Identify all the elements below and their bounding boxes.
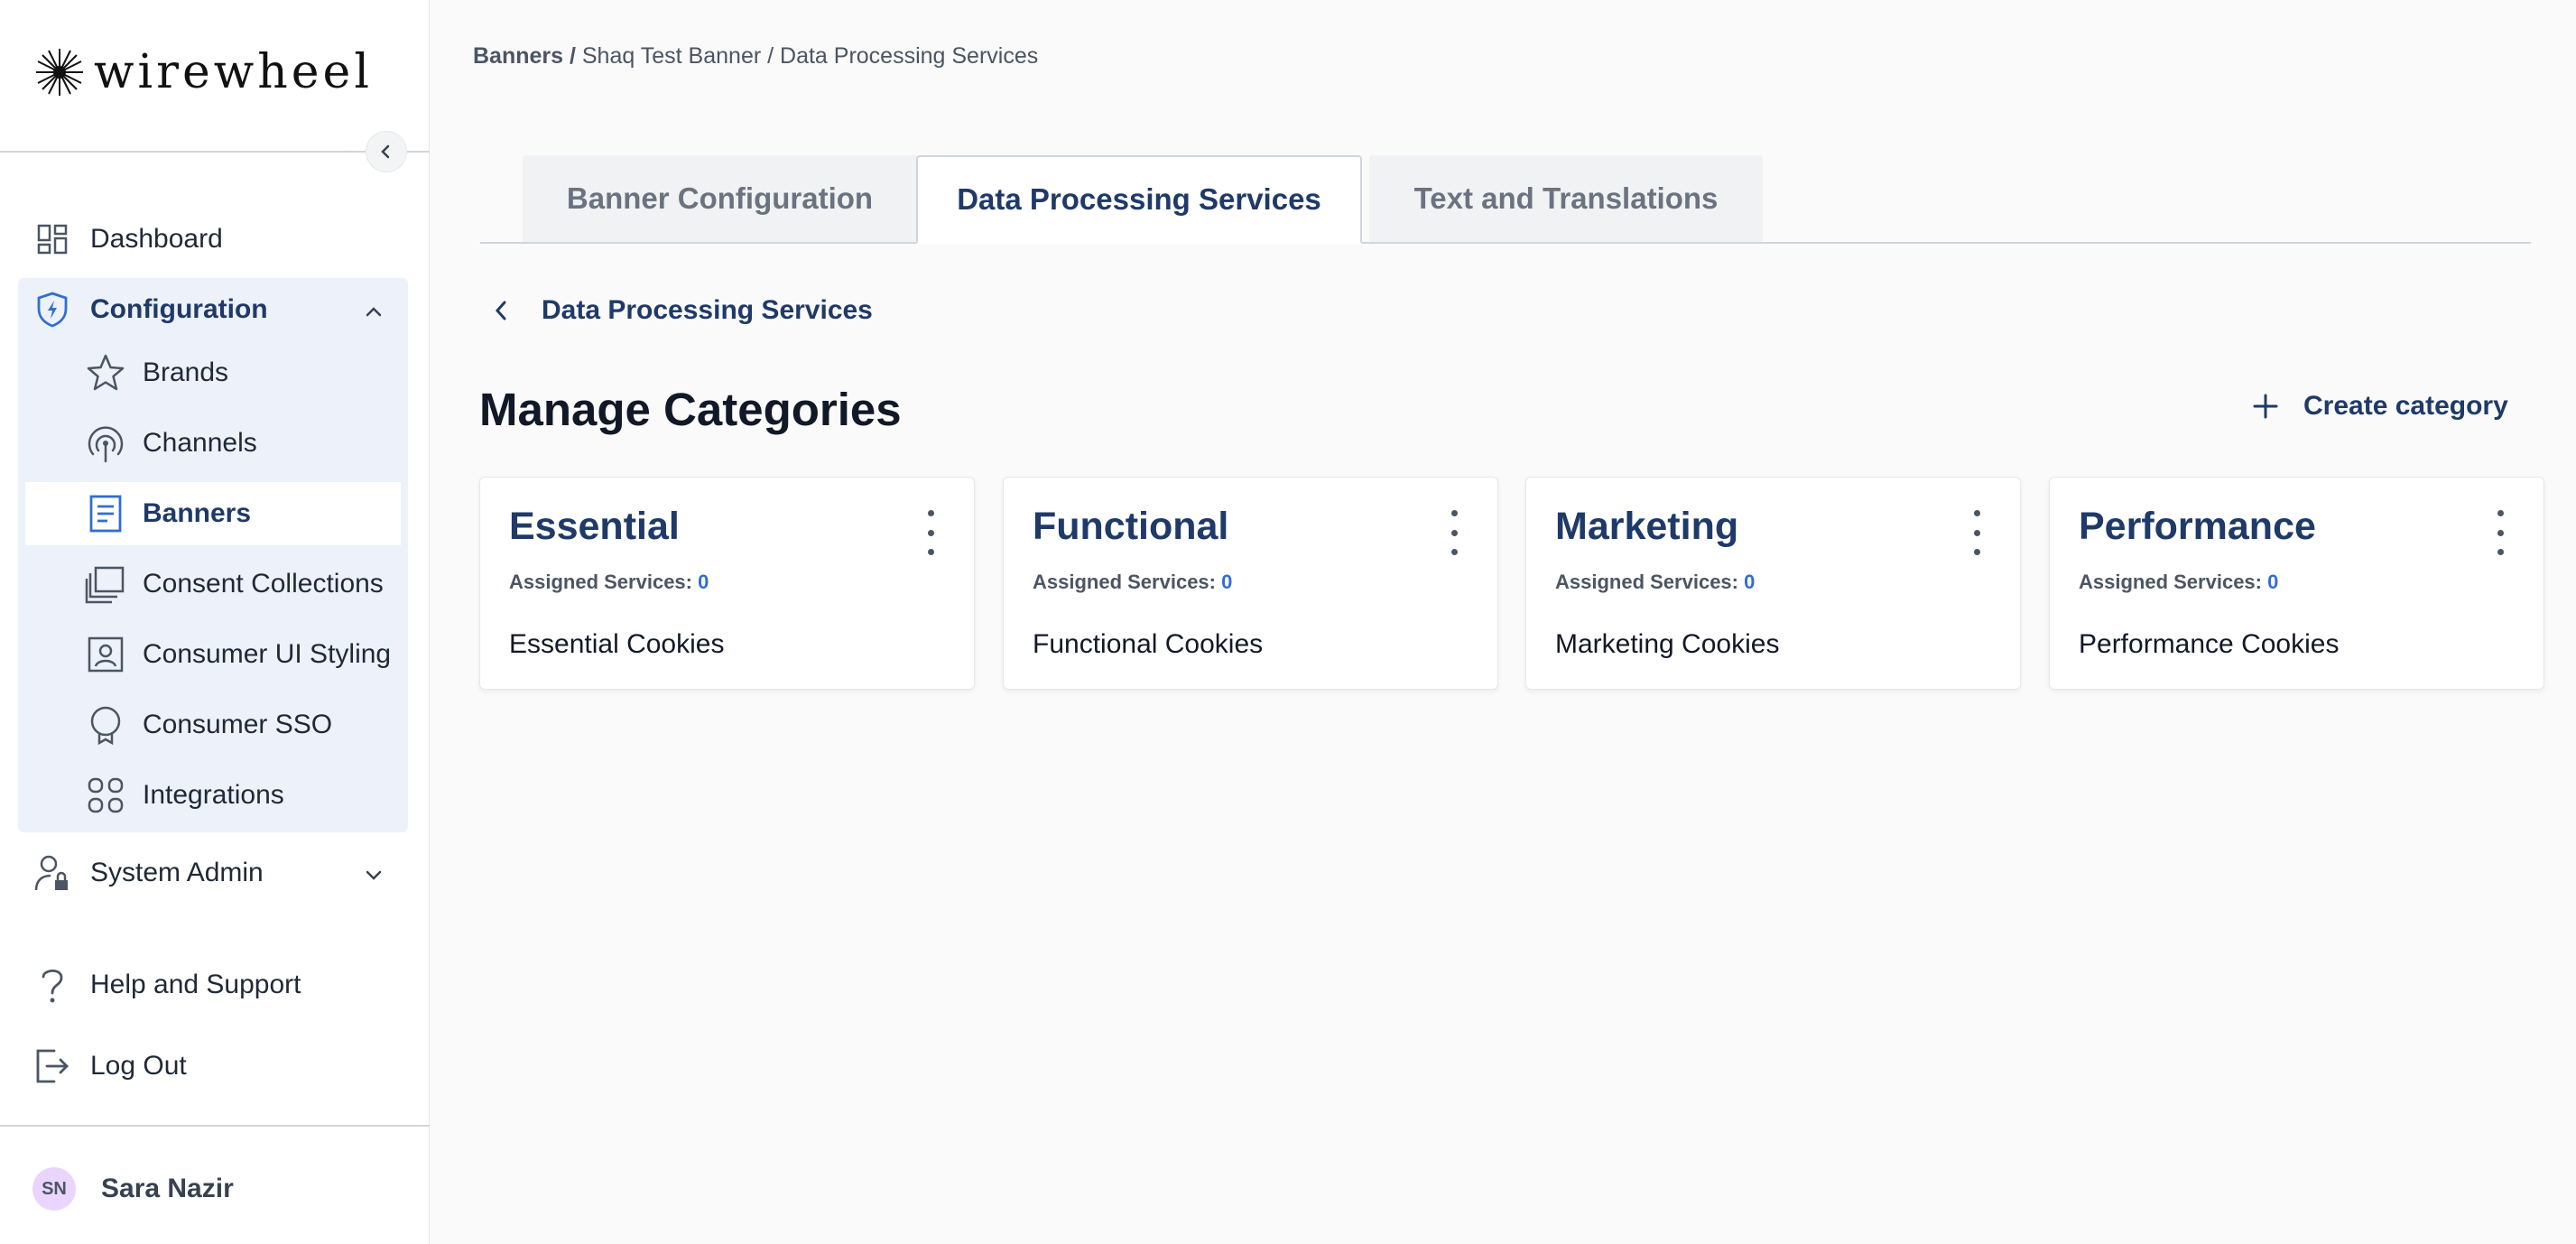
avatar: SN [32,1167,76,1211]
tab-bar: Banner Configuration Data Processing Ser… [480,155,2531,244]
tab-banner-configuration[interactable]: Banner Configuration [523,155,917,242]
chevron-up-icon [365,294,383,325]
user-profile[interactable]: SN Sara Nazir [32,1167,234,1211]
assigned-services: Assigned Services: 0 [2079,571,2278,594]
sidebar-item-label: Brands [143,357,229,387]
assigned-services-label: Assigned Services: [1555,571,1738,593]
back-link[interactable]: Data Processing Services [487,295,873,326]
grid-icon [85,775,126,816]
sidebar-item-label: System Admin [90,858,264,887]
sidebar-item-label: Consent Collections [143,569,384,599]
create-category-button[interactable]: Create category [2249,390,2508,422]
more-vertical-icon[interactable] [922,510,940,555]
assigned-services-count: 0 [1744,571,1756,593]
sidebar-item-consumer-ui-styling[interactable]: Consumer UI Styling [25,623,401,686]
plus-icon [2249,390,2282,422]
assigned-services-label: Assigned Services: [2079,571,2262,593]
assigned-services-label: Assigned Services: [509,571,692,593]
category-description: Performance Cookies [2079,629,2340,659]
sidebar-item-label: Consumer SSO [143,710,333,739]
category-card-marketing[interactable]: Marketing Assigned Services: 0 Marketing… [1525,477,2021,690]
question-icon [34,967,70,1003]
create-category-label: Create category [2303,391,2508,421]
assigned-services-count: 0 [1221,571,1233,593]
sidebar-item-label: Help and Support [90,970,301,999]
wirewheel-logo-icon [36,49,83,96]
category-description: Functional Cookies [1033,629,1264,659]
star-icon [85,352,126,394]
dashboard-icon [34,221,70,257]
badge-icon [85,704,126,746]
document-icon [85,493,126,534]
chevron-down-icon [365,858,383,888]
brand-logo[interactable]: wirewheel [34,45,373,99]
user-name: Sara Nazir [101,1174,234,1203]
category-description: Marketing Cookies [1555,629,1780,659]
sidebar-item-logout[interactable]: Log Out [18,1033,408,1100]
page-title: Manage Categories [479,384,902,435]
sidebar-item-channels[interactable]: Channels [25,412,401,475]
category-title: Essential [509,505,680,548]
user-lock-icon [34,855,70,891]
sidebar-item-system-admin[interactable]: System Admin [18,840,408,906]
sidebar-item-label: Banners [143,498,252,528]
sidebar-item-label: Channels [143,428,257,458]
category-title: Marketing [1555,505,1739,548]
sidebar-divider [0,1125,430,1127]
brand-name: wirewheel [94,45,373,99]
assigned-services-count: 0 [2267,571,2279,593]
sidebar-item-configuration[interactable]: Configuration [18,276,408,343]
shield-bolt-icon [34,292,70,328]
broadcast-icon [85,422,126,464]
more-vertical-icon[interactable] [1445,510,1463,555]
sidebar-item-label: Integrations [143,780,284,810]
chevron-left-icon [487,297,514,324]
sidebar-item-dashboard[interactable]: Dashboard [18,206,408,273]
category-card-functional[interactable]: Functional Assigned Services: 0 Function… [1003,477,1498,690]
sidebar-item-consumer-sso[interactable]: Consumer SSO [25,693,401,757]
breadcrumb-link-banners[interactable]: Banners / [473,43,576,69]
tab-data-processing-services[interactable]: Data Processing Services [916,155,1362,244]
back-link-label: Data Processing Services [542,295,873,325]
sidebar: wirewheel Dashboard Configuration Brands… [0,0,430,1244]
sidebar-item-consent-collections[interactable]: Consent Collections [25,552,401,616]
category-card-performance[interactable]: Performance Assigned Services: 0 Perform… [2049,477,2544,690]
sidebar-item-brands[interactable]: Brands [25,341,401,404]
category-card-essential[interactable]: Essential Assigned Services: 0 Essential… [479,477,975,690]
breadcrumb: Banners / Shaq Test Banner / Data Proces… [473,43,1038,70]
assigned-services: Assigned Services: 0 [1033,571,1232,594]
assigned-services: Assigned Services: 0 [1555,571,1755,594]
user-box-icon [85,634,126,675]
folders-icon [85,563,126,605]
more-vertical-icon[interactable] [2491,510,2509,555]
assigned-services: Assigned Services: 0 [509,571,709,594]
sidebar-item-label: Log Out [90,1051,187,1081]
sidebar-item-integrations[interactable]: Integrations [25,764,401,827]
sidebar-item-label: Configuration [90,294,268,324]
sidebar-item-label: Dashboard [90,224,223,254]
sidebar-item-banners[interactable]: Banners [25,482,401,545]
assigned-services-count: 0 [698,571,709,593]
assigned-services-label: Assigned Services: [1033,571,1216,593]
breadcrumb-rest: Shaq Test Banner / Data Processing Servi… [575,43,1039,69]
category-description: Essential Cookies [509,629,725,659]
sidebar-item-help-support[interactable]: Help and Support [18,952,408,1018]
chevron-left-icon [381,144,390,159]
category-title: Performance [2079,505,2316,548]
sidebar-item-label: Consumer UI Styling [143,639,392,669]
more-vertical-icon[interactable] [1968,510,1986,555]
tab-text-and-translations[interactable]: Text and Translations [1369,155,1763,242]
category-title: Functional [1033,505,1229,548]
collapse-sidebar-button[interactable] [366,131,407,172]
logout-icon [34,1048,70,1084]
